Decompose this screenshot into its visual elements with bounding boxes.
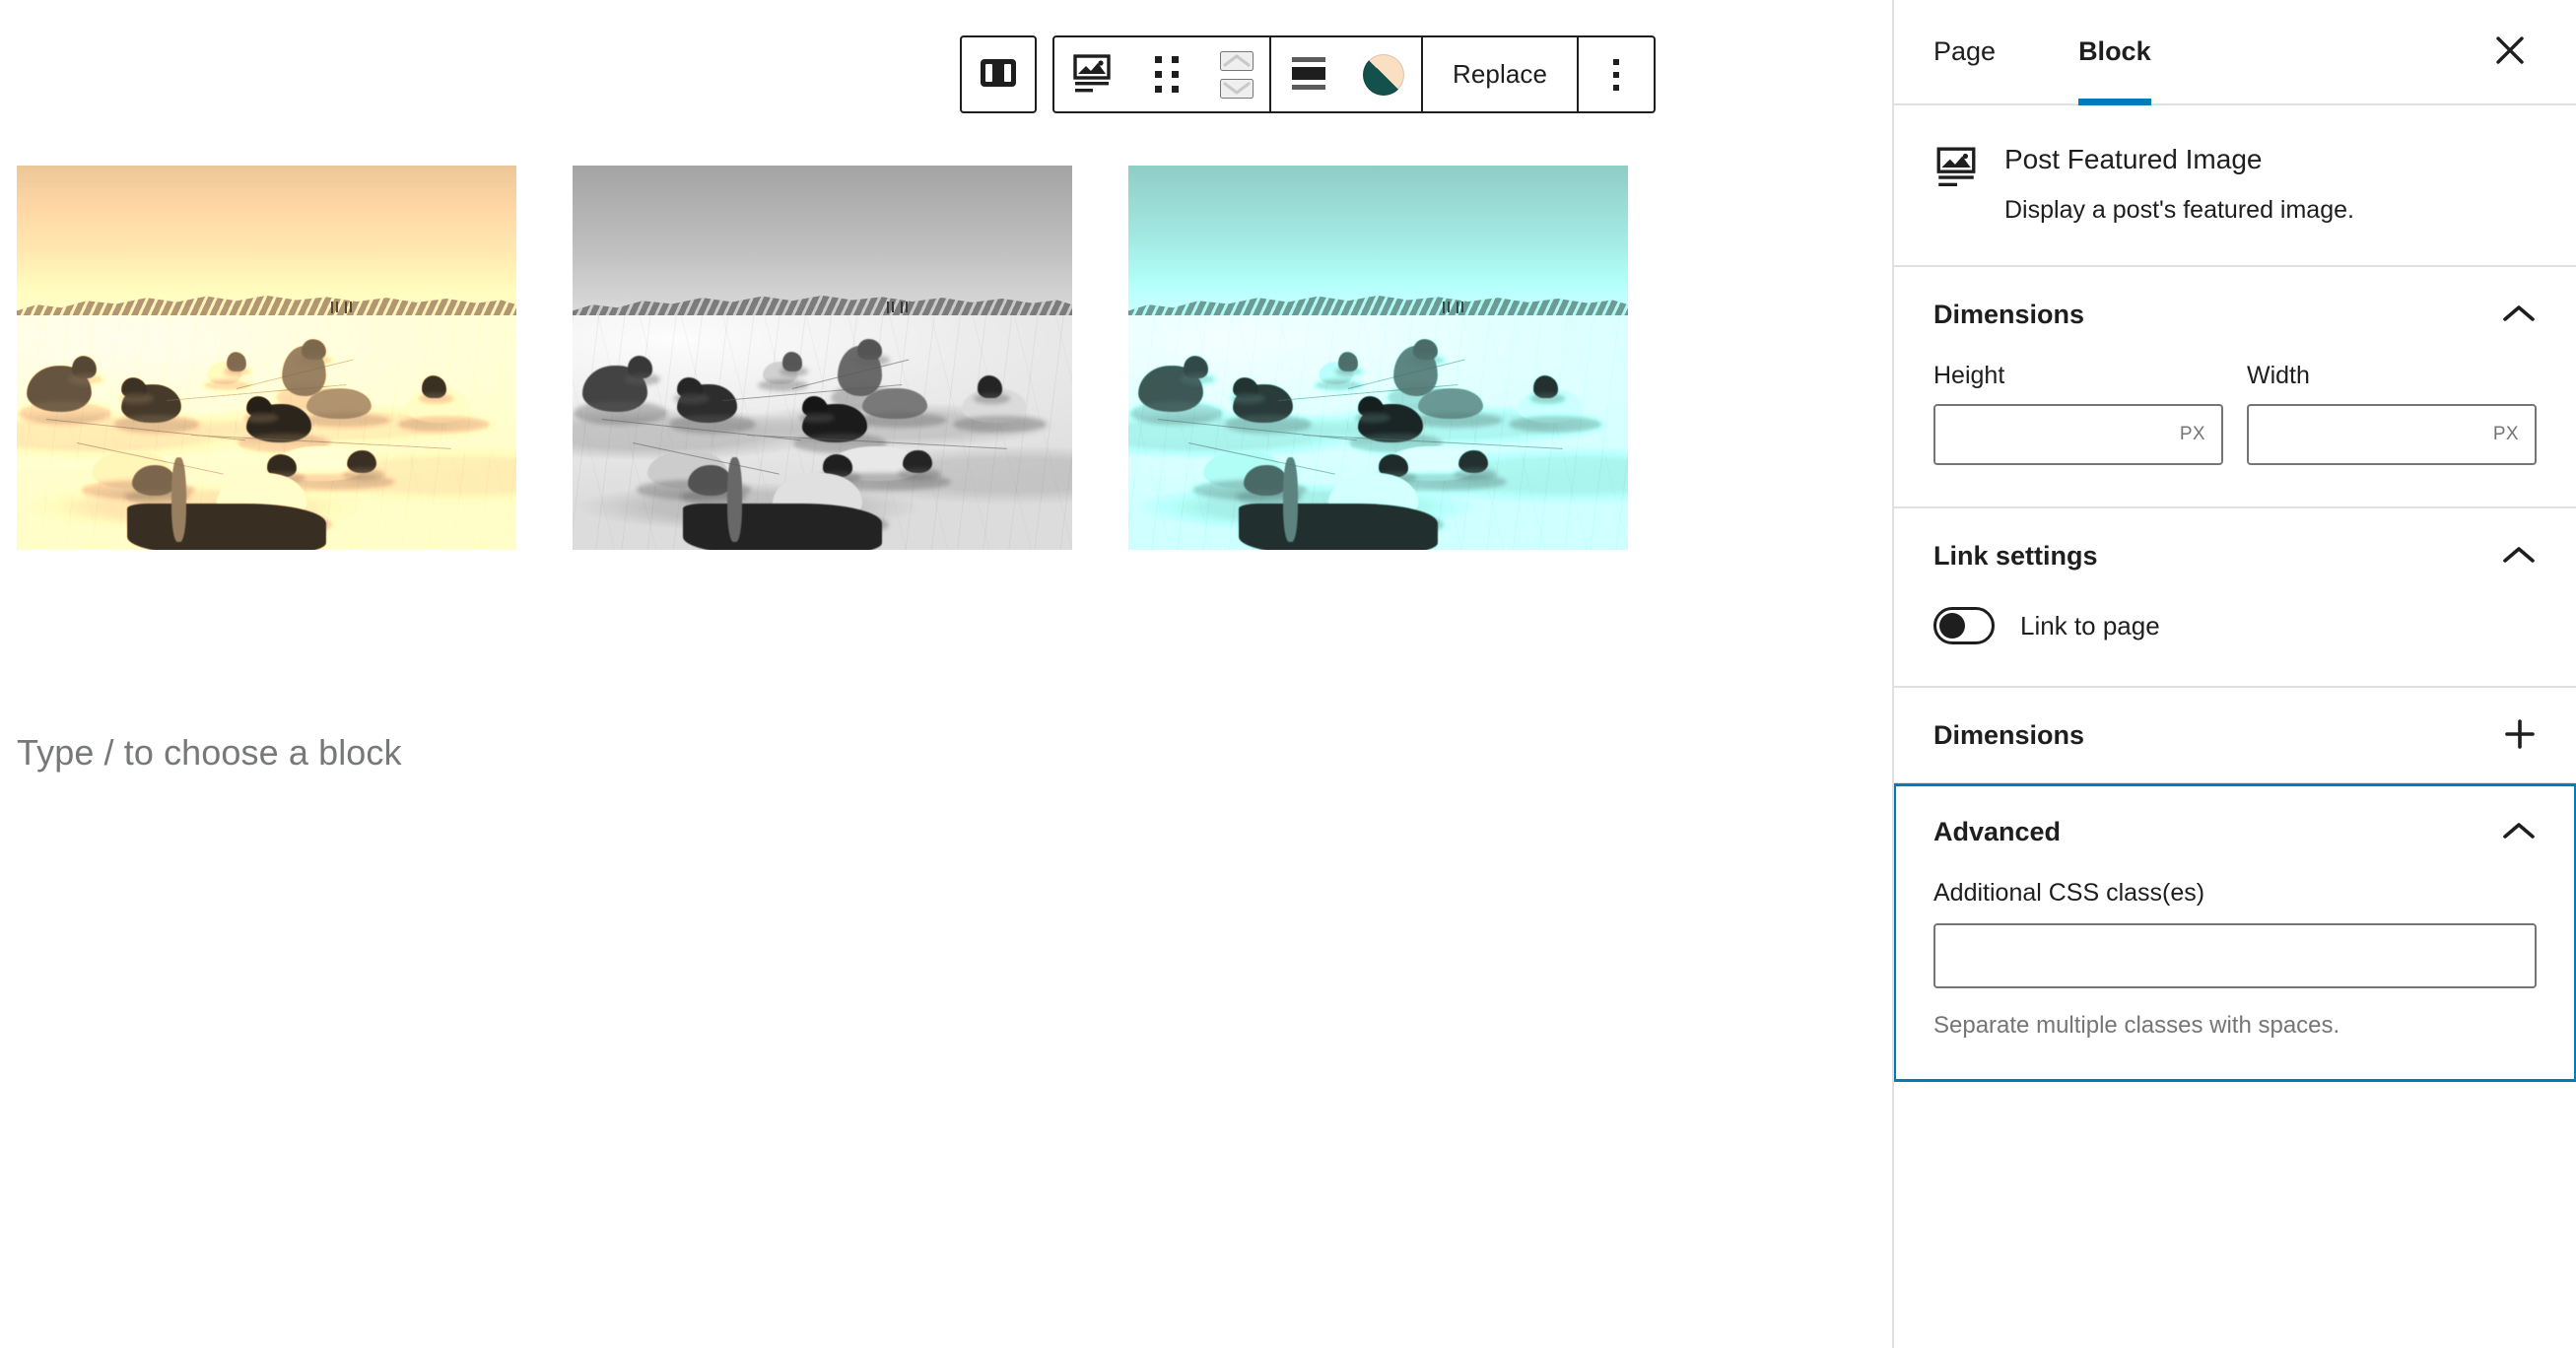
block-card: Post Featured Image Display a post's fea… (1894, 105, 2576, 268)
additional-css-label: Additional CSS class(es) (1933, 879, 2205, 908)
chevron-up-icon (2501, 303, 2537, 327)
more-options-button[interactable] (1579, 37, 1654, 111)
post-featured-image-icon (1070, 51, 1114, 98)
panel-dimensions-body: Height PX Width PX (1933, 362, 2537, 506)
close-icon (2491, 32, 2529, 72)
panel-dimensions-toggle[interactable]: Dimensions (1933, 267, 2537, 362)
panel-advanced-title: Advanced (1933, 816, 2062, 846)
align-center-icon (1287, 53, 1330, 96)
link-to-page-label: Link to page (2020, 610, 2160, 640)
width-input[interactable] (2249, 406, 2493, 464)
sidebar-tabs: Page Block (1894, 0, 2576, 105)
duotone-icon (1363, 53, 1404, 96)
replace-button[interactable]: Replace (1423, 37, 1577, 111)
panel-advanced: Advanced Additional CSS class(es) Separa… (1894, 783, 2576, 1083)
move-up-button[interactable] (1220, 50, 1254, 71)
block-type-switcher-button[interactable] (1054, 37, 1129, 111)
block-toolbar: Replace (960, 35, 1657, 113)
height-label: Height (1933, 362, 2005, 390)
close-settings-button[interactable] (2481, 24, 2539, 81)
width-label: Width (2247, 362, 2310, 390)
duotone-filter-button[interactable] (1346, 37, 1421, 111)
post-featured-image-2[interactable] (573, 166, 1072, 550)
sled-traces (573, 166, 1072, 550)
panel-dimensions-styles-title: Dimensions (1933, 719, 2085, 750)
arctic-sled-dogs-scene (1128, 166, 1628, 550)
block-movers (1204, 37, 1269, 111)
additional-css-input[interactable] (1933, 923, 2537, 989)
width-unit: PX (2492, 424, 2519, 445)
width-input-wrap[interactable]: PX (2247, 404, 2537, 466)
drag-dots-icon (1155, 56, 1179, 93)
chevron-up-icon (2501, 544, 2537, 569)
panel-link-settings-body: Link to page (1933, 603, 2537, 686)
arctic-sled-dogs-scene (17, 166, 516, 550)
height-field-group: Height PX (1933, 362, 2223, 466)
panel-link-settings-toggle[interactable]: Link settings (1933, 508, 2537, 603)
toggle-knob (1939, 613, 1965, 640)
settings-sidebar: Page Block Post Featured Image Display a… (1892, 0, 2576, 1348)
panel-link-settings: Link settings Link to page (1894, 508, 2576, 689)
link-to-page-toggle[interactable] (1933, 607, 1995, 645)
panel-dimensions-styles-toggle[interactable]: Dimensions (1933, 688, 2537, 782)
panel-advanced-body: Additional CSS class(es) Separate multip… (1933, 879, 2537, 1081)
panel-advanced-toggle[interactable]: Advanced (1933, 784, 2537, 879)
select-parent-block-button[interactable] (962, 37, 1035, 111)
editor-canvas: Type / to choose a block (0, 0, 1892, 1348)
block-toolbar-main: Replace (1052, 35, 1657, 113)
block-card-title: Post Featured Image (2004, 144, 2263, 174)
panel-dimensions: Dimensions Height PX Width PX (1894, 267, 2576, 509)
columns-block[interactable] (17, 166, 1628, 550)
columns-icon (979, 56, 1018, 93)
sled-traces (17, 166, 516, 550)
post-featured-image-1[interactable] (17, 166, 516, 550)
post-featured-image-3[interactable] (1128, 166, 1628, 550)
additional-css-help: Separate multiple classes with spaces. (1933, 1012, 2340, 1040)
tab-block[interactable]: Block (2039, 0, 2191, 105)
panel-link-settings-title: Link settings (1933, 540, 2098, 571)
height-input[interactable] (1935, 406, 2180, 464)
sled-traces (1128, 166, 1628, 550)
panel-dimensions-styles: Dimensions (1894, 688, 2576, 785)
chevron-up-icon (2501, 820, 2537, 844)
height-input-wrap[interactable]: PX (1933, 404, 2223, 466)
block-card-description: Display a post's featured image. (2004, 195, 2354, 224)
ellipsis-vertical-icon (1613, 58, 1620, 91)
tab-page[interactable]: Page (1933, 0, 2039, 103)
move-down-button[interactable] (1220, 78, 1254, 99)
post-featured-image-icon (1933, 141, 1979, 195)
width-field-group: Width PX (2247, 362, 2537, 466)
arctic-sled-dogs-scene (573, 166, 1072, 550)
block-editor-screen: Type / to choose a block Replace Page Bl… (0, 0, 2576, 1348)
paragraph-block-placeholder[interactable]: Type / to choose a block (17, 729, 402, 777)
align-button[interactable] (1271, 37, 1346, 111)
height-unit: PX (2179, 424, 2205, 445)
plus-icon (2503, 717, 2537, 754)
drag-handle-button[interactable] (1129, 37, 1204, 111)
select-parent-group (960, 35, 1037, 113)
panel-dimensions-title: Dimensions (1933, 299, 2085, 329)
